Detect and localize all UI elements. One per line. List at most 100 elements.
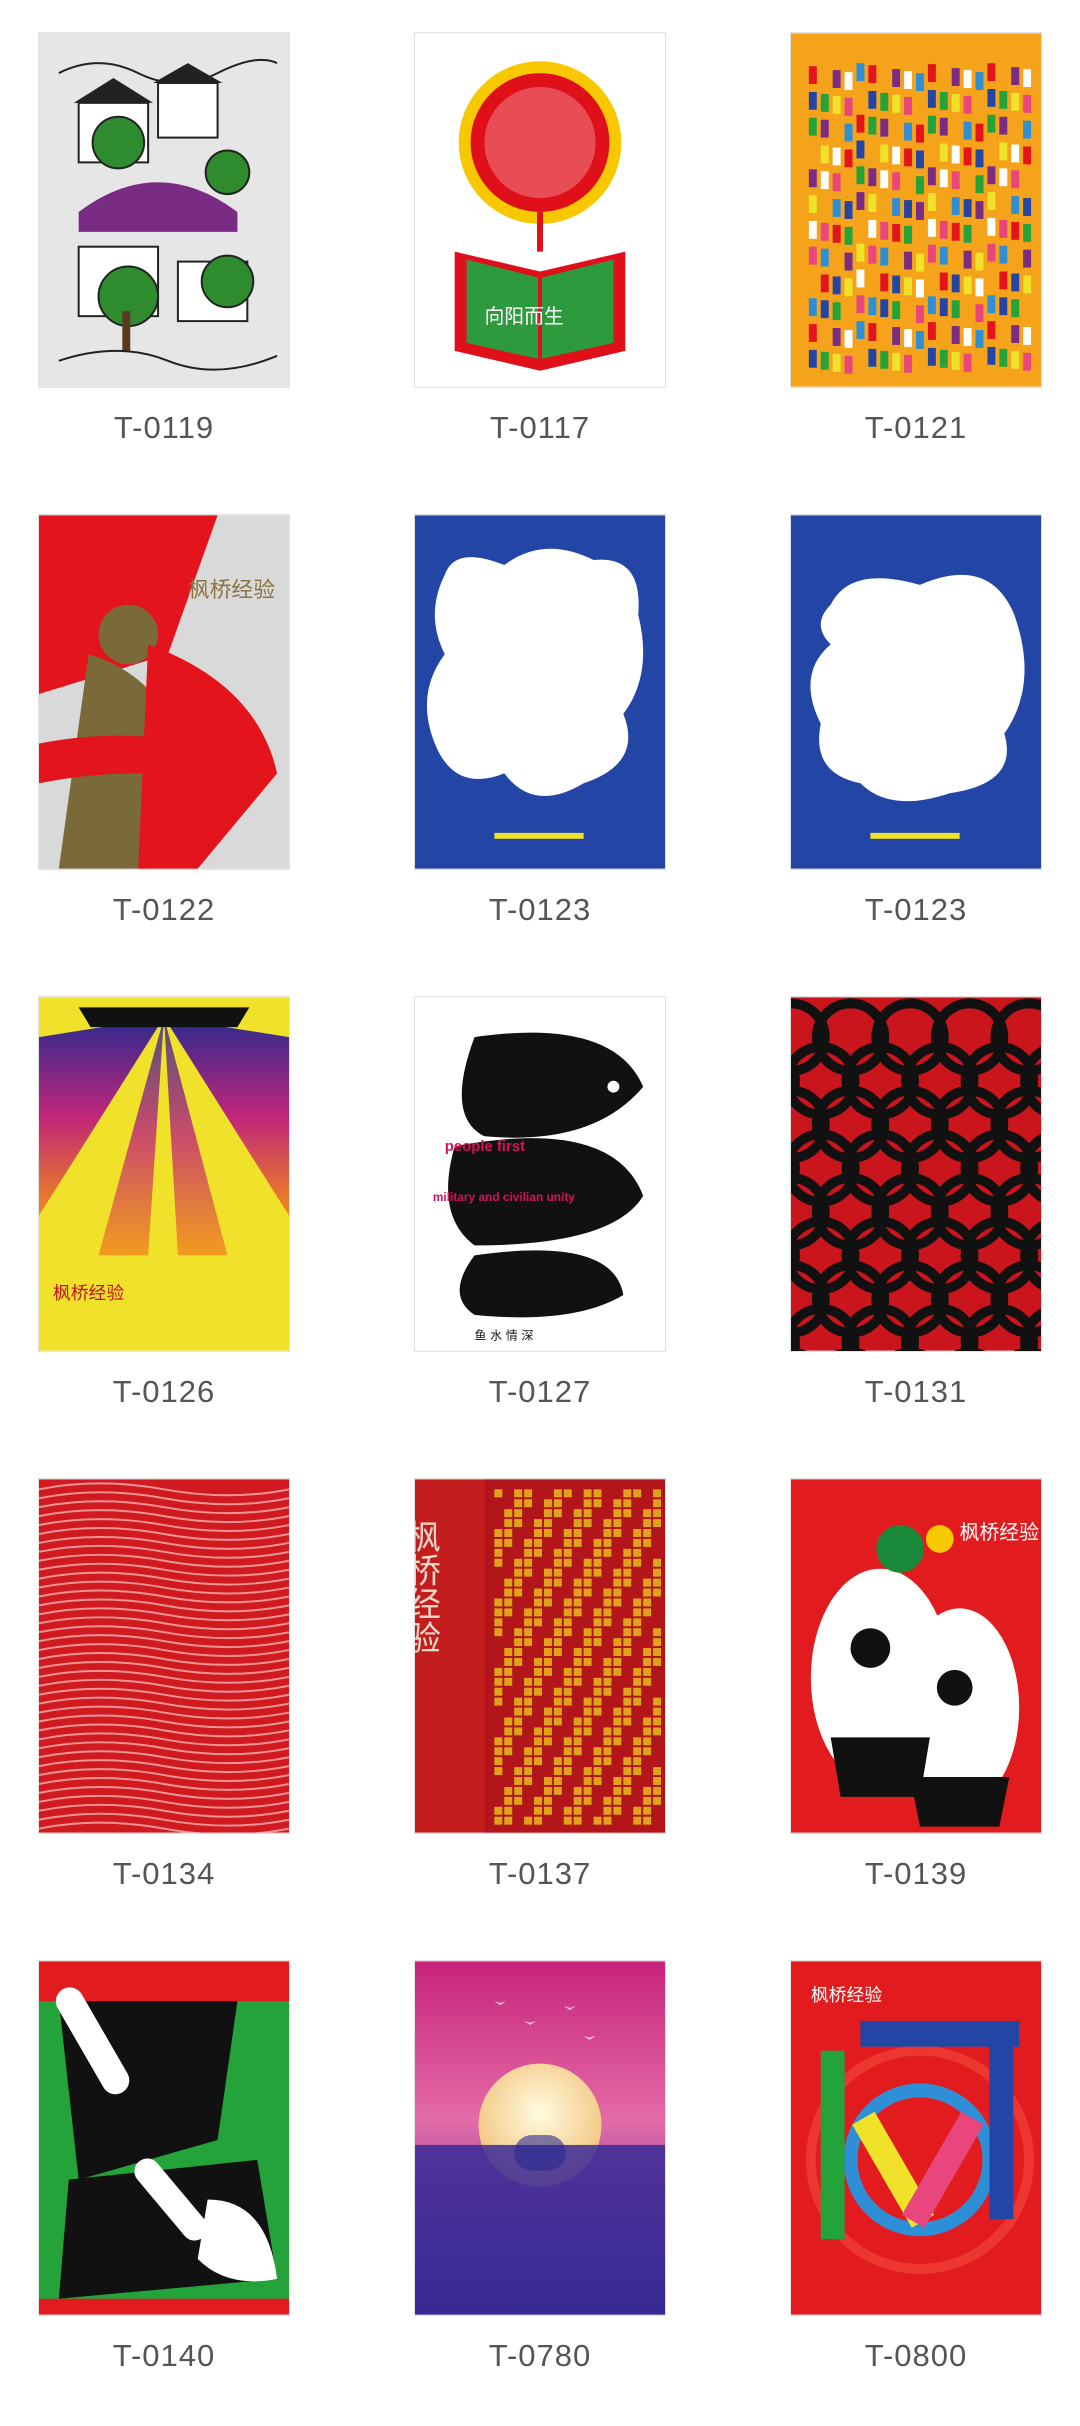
poster-art-rays: 枫桥经验: [39, 997, 289, 1351]
color-block: [916, 124, 924, 143]
poster-card[interactable]: T-0780: [414, 1960, 666, 2374]
color-block: [868, 219, 877, 238]
poster-code: T-0122: [112, 892, 216, 927]
pixel-block: [603, 1757, 612, 1766]
pixel-block: [553, 1777, 562, 1785]
color-block: [856, 114, 865, 133]
poster-card[interactable]: 枫桥经验 T-0137: [414, 1478, 666, 1892]
pixel-block: [534, 1757, 542, 1766]
poster-thumbnail[interactable]: people first military and civilian unity…: [414, 996, 666, 1352]
pixel-block: [524, 1757, 533, 1766]
pixel-block: [653, 1568, 662, 1577]
poster-thumbnail[interactable]: 枫桥经验: [38, 996, 290, 1352]
color-block: [975, 330, 984, 348]
poster-thumbnail[interactable]: [414, 514, 666, 870]
poster-thumbnail[interactable]: [790, 32, 1042, 388]
poster-card[interactable]: 枫桥经验 T-0800: [790, 1960, 1042, 2374]
pixel-block: [553, 1489, 562, 1498]
color-block: [975, 149, 984, 168]
poster-thumbnail[interactable]: 枫桥经验: [790, 1478, 1042, 1834]
poster-thumbnail[interactable]: 枫桥经验: [790, 1960, 1042, 2316]
color-block: [963, 199, 972, 217]
poster-thumbnail[interactable]: [790, 996, 1042, 1352]
pixel-block: [633, 1529, 642, 1537]
color-block: [1023, 120, 1032, 139]
pixel-block: [583, 1499, 592, 1508]
color-block: [975, 201, 984, 219]
pixel-block: [573, 1816, 582, 1825]
pixel-block: [534, 1806, 542, 1815]
pixel-block: [504, 1578, 513, 1587]
pixel-block: [603, 1737, 612, 1746]
pixel-block: [653, 1657, 662, 1666]
poster-thumbnail[interactable]: 枫桥经验: [414, 1478, 666, 1834]
pixel-block: [593, 1638, 602, 1647]
pixel-block: [504, 1786, 513, 1795]
color-block: [880, 144, 889, 163]
color-block: [904, 329, 913, 347]
pixel-block: [643, 1538, 652, 1547]
poster-thumbnail[interactable]: [38, 1960, 290, 2316]
poster-card[interactable]: T-0123: [790, 514, 1042, 928]
color-block: [999, 271, 1008, 290]
poster-thumbnail[interactable]: 枫桥经验: [38, 514, 290, 870]
color-block: [868, 245, 877, 264]
color-block: [820, 119, 829, 138]
poster-card[interactable]: T-0131: [790, 996, 1042, 1410]
pixel-block: [514, 1727, 523, 1736]
poster-card[interactable]: people first military and civilian unity…: [414, 996, 666, 1410]
pixel-block: [504, 1816, 513, 1825]
pixel-block: [573, 1657, 582, 1666]
poster-thumbnail[interactable]: [38, 1478, 290, 1834]
color-block: [999, 90, 1008, 109]
color-block: [927, 167, 936, 186]
poster-code: T-0134: [112, 1856, 216, 1891]
pixel-block: [563, 1737, 572, 1746]
poster-card[interactable]: T-0119: [38, 32, 290, 446]
pixel-block: [593, 1757, 602, 1766]
color-block: [856, 166, 865, 185]
poster-thumbnail[interactable]: [38, 32, 290, 388]
pixel-block: [494, 1558, 503, 1567]
color-block: [832, 199, 841, 217]
color-block: [868, 116, 877, 135]
pixel-block: [593, 1697, 602, 1706]
color-block: [880, 221, 889, 240]
poster-card[interactable]: T-0121: [790, 32, 1042, 446]
color-block: [868, 168, 877, 187]
poster-thumbnail[interactable]: [414, 1960, 666, 2316]
pixel-block: [643, 1578, 652, 1587]
pixel-block: [653, 1558, 662, 1567]
pixel-block: [613, 1667, 622, 1676]
color-block: [832, 302, 841, 321]
color-block: [916, 331, 924, 349]
poster-thumbnail[interactable]: [790, 514, 1042, 870]
pixel-block: [524, 1558, 533, 1567]
poster-card[interactable]: 向阳而生 T-0117: [414, 32, 666, 446]
pixel-block: [524, 1816, 533, 1825]
poster-thumbnail[interactable]: 向阳而生: [414, 32, 666, 388]
color-block: [999, 168, 1008, 187]
pixel-block: [653, 1796, 662, 1805]
pixel-block: [573, 1806, 582, 1815]
pixel-block: [524, 1777, 533, 1785]
color-block: [880, 118, 889, 137]
pixel-block: [543, 1786, 552, 1795]
poster-code: T-0127: [488, 1374, 592, 1409]
color-block: [856, 192, 865, 210]
pixel-block: [613, 1638, 622, 1647]
color-block: [892, 352, 901, 371]
poster-card[interactable]: T-0123: [414, 514, 666, 928]
pixel-block: [534, 1816, 542, 1825]
color-block: [951, 171, 960, 190]
pixel-block: [643, 1529, 652, 1537]
poster-card[interactable]: 枫桥经验 T-0126: [38, 996, 290, 1410]
pixel-block: [653, 1777, 662, 1785]
poster-card[interactable]: T-0134: [38, 1478, 290, 1892]
color-block: [820, 351, 829, 370]
poster-card[interactable]: 枫桥经验 T-0122: [38, 514, 290, 928]
color-block: [1023, 94, 1032, 113]
color-block: [820, 171, 829, 190]
poster-card[interactable]: T-0140: [38, 1960, 290, 2374]
poster-card[interactable]: 枫桥经验 T-0139: [790, 1478, 1042, 1892]
